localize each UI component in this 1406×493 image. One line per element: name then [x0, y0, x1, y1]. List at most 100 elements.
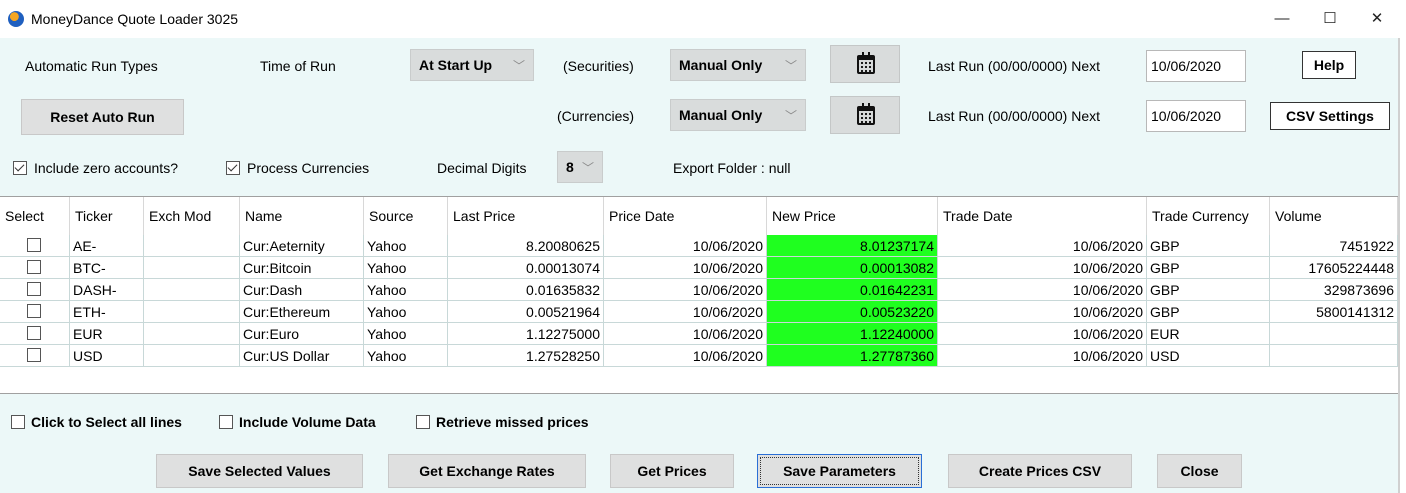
table-row[interactable]: ETH- Cur:Ethereum Yahoo 0.00521964 10/06/202…: [0, 301, 1398, 323]
table-row[interactable]: BTC- Cur:Bitcoin Yahoo 0.00013074 10/06/2020…: [0, 257, 1398, 279]
trade-currency-cell: GBP: [1147, 301, 1270, 323]
row-select-checkbox[interactable]: [27, 282, 41, 296]
price-date-cell: 10/06/2020: [604, 345, 767, 367]
trade-date-cell: 10/06/2020: [938, 279, 1147, 301]
exch-mod-cell: [144, 301, 240, 323]
minimize-button[interactable]: —: [1262, 7, 1302, 31]
process-currencies-checkbox[interactable]: [226, 161, 240, 175]
price-date-cell: 10/06/2020: [604, 257, 767, 279]
trade-date-cell: 10/06/2020: [938, 323, 1147, 345]
get-exchange-rates-button[interactable]: Get Exchange Rates: [388, 454, 586, 488]
last-run-securities-label: Last Run (00/00/0000) Next: [928, 58, 1100, 74]
reset-auto-run-button[interactable]: Reset Auto Run: [21, 99, 184, 135]
row-select-checkbox[interactable]: [27, 348, 41, 362]
decimal-digits-dropdown[interactable]: 8 ﹀: [557, 151, 603, 183]
price-date-cell: 10/06/2020: [604, 279, 767, 301]
securities-mode-dropdown[interactable]: Manual Only ﹀: [670, 49, 806, 81]
ticker-cell: AE-: [70, 235, 144, 257]
name-cell: Cur:Ethereum: [240, 301, 364, 323]
prices-table: Select Ticker Exch Mod Name Source Last …: [0, 196, 1398, 394]
trade-currency-cell: USD: [1147, 345, 1270, 367]
select-cell: [0, 279, 70, 301]
chevron-down-icon: ﹀: [784, 109, 797, 123]
source-cell: Yahoo: [364, 301, 448, 323]
ticker-cell: ETH-: [70, 301, 144, 323]
calendar-icon: [857, 52, 875, 74]
exch-mod-cell: [144, 323, 240, 345]
select-cell: [0, 301, 70, 323]
chevron-down-icon: ﹀: [581, 161, 594, 175]
select-all-label: Click to Select all lines: [31, 414, 182, 430]
table-row[interactable]: USD Cur:US Dollar Yahoo 1.27528250 10/06/202…: [0, 345, 1398, 367]
save-selected-values-button[interactable]: Save Selected Values: [156, 454, 363, 488]
exch-mod-cell: [144, 235, 240, 257]
table-row[interactable]: EUR Cur:Euro Yahoo 1.12275000 10/06/2020 1.12…: [0, 323, 1398, 345]
include-volume-checkbox[interactable]: [219, 415, 233, 429]
column-header-trade-date[interactable]: Trade Date: [938, 197, 1147, 235]
select-cell: [0, 323, 70, 345]
securities-label: (Securities): [563, 58, 634, 74]
close-window-button[interactable]: ✕: [1357, 7, 1397, 31]
maximize-button[interactable]: ☐: [1310, 7, 1350, 31]
save-parameters-button[interactable]: Save Parameters: [757, 454, 922, 488]
exch-mod-cell: [144, 345, 240, 367]
column-header-exch-mod[interactable]: Exch Mod: [144, 197, 240, 235]
name-cell: Cur:Bitcoin: [240, 257, 364, 279]
table-row[interactable]: AE- Cur:Aeternity Yahoo 8.20080625 10/06/202…: [0, 235, 1398, 257]
row-select-checkbox[interactable]: [27, 304, 41, 318]
exch-mod-cell: [144, 257, 240, 279]
column-header-source[interactable]: Source: [364, 197, 448, 235]
trade-currency-cell: GBP: [1147, 257, 1270, 279]
main-panel: Automatic Run Types Time of Run At Start…: [0, 38, 1398, 493]
name-cell: Cur:Euro: [240, 323, 364, 345]
currencies-mode-dropdown[interactable]: Manual Only ﹀: [670, 99, 806, 131]
volume-cell: [1270, 345, 1398, 367]
table-header: Select Ticker Exch Mod Name Source Last …: [0, 197, 1398, 235]
window-title: MoneyDance Quote Loader 3025: [31, 11, 239, 27]
securities-calendar-button[interactable]: [830, 45, 900, 83]
csv-settings-button[interactable]: CSV Settings: [1270, 102, 1390, 130]
window-border: [1398, 38, 1400, 493]
trade-date-cell: 10/06/2020: [938, 301, 1147, 323]
column-header-price-date[interactable]: Price Date: [604, 197, 767, 235]
time-of-run-dropdown[interactable]: At Start Up ﹀: [410, 49, 534, 81]
last-price-cell: 1.27528250: [448, 345, 604, 367]
row-select-checkbox[interactable]: [27, 238, 41, 252]
exch-mod-cell: [144, 279, 240, 301]
process-currencies-label: Process Currencies: [247, 160, 370, 176]
get-prices-button[interactable]: Get Prices: [610, 454, 734, 488]
decimal-digits-value: 8: [566, 159, 574, 175]
retrieve-missed-checkbox[interactable]: [416, 415, 430, 429]
currencies-label: (Currencies): [557, 108, 635, 124]
column-header-last-price[interactable]: Last Price: [448, 197, 604, 235]
securities-next-date-field[interactable]: 10/06/2020: [1146, 50, 1246, 82]
column-header-volume[interactable]: Volume: [1270, 197, 1398, 235]
last-price-cell: 8.20080625: [448, 235, 604, 257]
column-header-select[interactable]: Select: [0, 197, 70, 235]
include-zero-accounts-checkbox[interactable]: [13, 161, 27, 175]
currencies-mode-value: Manual Only: [679, 107, 763, 123]
row-select-checkbox[interactable]: [27, 326, 41, 340]
row-select-checkbox[interactable]: [27, 260, 41, 274]
name-cell: Cur:US Dollar: [240, 345, 364, 367]
close-button[interactable]: Close: [1157, 454, 1242, 488]
column-header-new-price[interactable]: New Price: [767, 197, 938, 235]
price-date-cell: 10/06/2020: [604, 301, 767, 323]
calendar-icon: [857, 103, 875, 125]
help-button[interactable]: Help: [1302, 51, 1356, 79]
select-all-checkbox[interactable]: [11, 415, 25, 429]
table-row[interactable]: DASH- Cur:Dash Yahoo 0.01635832 10/06/2020 0.…: [0, 279, 1398, 301]
column-header-name[interactable]: Name: [240, 197, 364, 235]
ticker-cell: DASH-: [70, 279, 144, 301]
source-cell: Yahoo: [364, 323, 448, 345]
source-cell: Yahoo: [364, 235, 448, 257]
column-header-ticker[interactable]: Ticker: [70, 197, 144, 235]
last-price-cell: 1.12275000: [448, 323, 604, 345]
column-header-trade-currency[interactable]: Trade Currency: [1147, 197, 1270, 235]
chevron-down-icon: ﹀: [784, 59, 797, 73]
currencies-next-date-field[interactable]: 10/06/2020: [1146, 100, 1246, 132]
currencies-calendar-button[interactable]: [830, 96, 900, 134]
title-bar: MoneyDance Quote Loader 3025 — ☐ ✕: [0, 0, 1406, 38]
create-prices-csv-button[interactable]: Create Prices CSV: [948, 454, 1132, 488]
last-price-cell: 0.01635832: [448, 279, 604, 301]
